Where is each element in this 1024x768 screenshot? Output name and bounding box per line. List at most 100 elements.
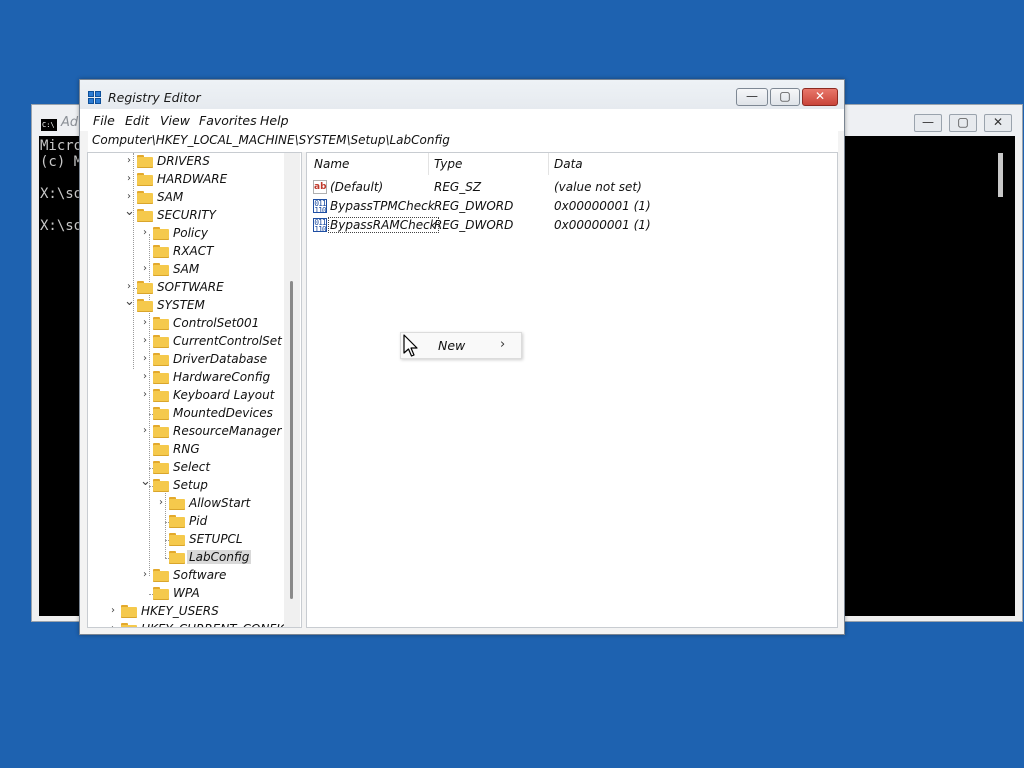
- menu-file[interactable]: File: [93, 113, 115, 128]
- regedit-titlebar[interactable]: Registry Editor — ▢ ✕: [80, 80, 844, 109]
- tree-node-hardwareconfig[interactable]: › HardwareConfig: [88, 369, 288, 387]
- chevron-right-icon[interactable]: ›: [108, 623, 118, 627]
- folder-icon: [169, 551, 185, 564]
- tree-node-drivers[interactable]: › DRIVERS: [88, 153, 288, 171]
- chevron-right-icon[interactable]: ›: [156, 497, 166, 509]
- console-line: (c) M: [40, 154, 83, 170]
- tree-node-label: SETUPCL: [189, 532, 243, 546]
- folder-icon: [137, 155, 153, 168]
- tree-scrollbar[interactable]: [284, 153, 300, 627]
- tree-node-keyboard-layout[interactable]: › Keyboard Layout: [88, 387, 288, 405]
- chevron-down-icon[interactable]: ⌄: [140, 475, 151, 488]
- tree-node-pid[interactable]: Pid: [88, 513, 288, 531]
- folder-icon: [153, 317, 169, 330]
- chevron-down-icon[interactable]: ⌄: [124, 205, 135, 218]
- minimize-button[interactable]: —: [736, 88, 768, 106]
- folder-icon: [153, 587, 169, 600]
- tree-node-label: CurrentControlSet: [173, 334, 282, 348]
- console-scrollbar[interactable]: [991, 136, 1015, 616]
- chevron-right-icon[interactable]: ›: [124, 191, 134, 203]
- chevron-right-icon[interactable]: ›: [140, 227, 150, 239]
- folder-icon: [153, 353, 169, 366]
- chevron-right-icon[interactable]: ›: [140, 371, 150, 383]
- column-header-data[interactable]: Data: [554, 157, 583, 171]
- tree-node-sam[interactable]: › SAM: [88, 261, 288, 279]
- menu-view[interactable]: View: [160, 113, 190, 128]
- tree-node-resourcemanager[interactable]: › ResourceManager: [88, 423, 288, 441]
- chevron-right-icon[interactable]: ›: [124, 173, 134, 185]
- folder-icon: [137, 281, 153, 294]
- folder-icon: [153, 407, 169, 420]
- value-row-bypassramcheck[interactable]: 011 110 BypassRAMCheck REG_DWORD 0x000000…: [307, 216, 837, 235]
- tree-node-label: SYSTEM: [157, 298, 205, 312]
- console-close-button[interactable]: ✕: [984, 114, 1012, 132]
- address-bar[interactable]: Computer\HKEY_LOCAL_MACHINE\SYSTEM\Setup…: [88, 131, 838, 152]
- console-app-icon: C:\: [41, 119, 57, 131]
- menu-edit[interactable]: Edit: [125, 113, 149, 128]
- console-maximize-button[interactable]: ▢: [949, 114, 977, 132]
- dword-value-icon: 011 110: [313, 218, 327, 234]
- context-menu-item-new[interactable]: New ›: [401, 333, 521, 358]
- tree-node-label: SECURITY: [157, 208, 216, 222]
- chevron-right-icon[interactable]: ›: [140, 353, 150, 365]
- chevron-right-icon[interactable]: ›: [140, 317, 150, 329]
- menu-favorites[interactable]: Favorites: [199, 113, 257, 128]
- chevron-right-icon[interactable]: ›: [124, 155, 134, 167]
- tree-node-rng[interactable]: RNG: [88, 441, 288, 459]
- tree-node-controlset001[interactable]: › ControlSet001: [88, 315, 288, 333]
- tree-node-software[interactable]: › SOFTWARE: [88, 279, 288, 297]
- tree-node-sam[interactable]: › SAM: [88, 189, 288, 207]
- value-type: REG_DWORD: [434, 199, 514, 213]
- tree-node-driverdatabase[interactable]: › DriverDatabase: [88, 351, 288, 369]
- chevron-right-icon[interactable]: ›: [140, 569, 150, 581]
- chevron-right-icon[interactable]: ›: [124, 281, 134, 293]
- tree-node-label: HKEY_USERS: [141, 604, 219, 618]
- tree-node-policy[interactable]: › Policy: [88, 225, 288, 243]
- tree-node-label: ControlSet001: [173, 316, 260, 330]
- chevron-right-icon[interactable]: ›: [140, 425, 150, 437]
- console-scroll-thumb[interactable]: [998, 153, 1003, 197]
- maximize-button[interactable]: ▢: [770, 88, 800, 106]
- chevron-down-icon[interactable]: ⌄: [124, 295, 135, 308]
- column-header-name[interactable]: Name: [314, 157, 349, 171]
- chevron-right-icon[interactable]: ›: [140, 263, 150, 275]
- tree-node-software[interactable]: › Software: [88, 567, 288, 585]
- tree-node-mounteddevices[interactable]: MountedDevices: [88, 405, 288, 423]
- tree-node-currentcontrolset[interactable]: › CurrentControlSet: [88, 333, 288, 351]
- folder-icon: [153, 335, 169, 348]
- tree-node-security[interactable]: ⌄ SECURITY: [88, 205, 288, 225]
- tree-node-setupcl[interactable]: SETUPCL: [88, 531, 288, 549]
- tree-node-label: Select: [173, 460, 211, 474]
- tree-node-label: AllowStart: [189, 496, 251, 510]
- folder-icon: [153, 389, 169, 402]
- tree-node-hkey-users[interactable]: › HKEY_USERS: [88, 603, 288, 621]
- value-type: REG_SZ: [434, 180, 482, 194]
- tree-node-label: Keyboard Layout: [173, 388, 275, 402]
- key-tree-pane[interactable]: › DRIVERS › HARDWARE › SAM ⌄ SECURITY › Policy RXA…: [87, 152, 302, 628]
- tree-node-hardware[interactable]: › HARDWARE: [88, 171, 288, 189]
- folder-icon: [137, 299, 153, 312]
- chevron-right-icon[interactable]: ›: [140, 389, 150, 401]
- chevron-right-icon[interactable]: ›: [108, 605, 118, 617]
- tree-node-hkey-current-config[interactable]: › HKEY_CURRENT_CONFIG: [88, 621, 289, 627]
- value-data: 0x00000001 (1): [554, 199, 651, 213]
- tree-node-labconfig[interactable]: LabConfig: [88, 549, 288, 567]
- tree-node-select[interactable]: Select: [88, 459, 288, 477]
- tree-node-wpa[interactable]: WPA: [88, 585, 288, 603]
- column-header-type[interactable]: Type: [434, 157, 462, 171]
- values-pane[interactable]: Name Type Data ab (Default) REG_SZ (valu…: [306, 152, 838, 628]
- value-row-bypasstpmcheck[interactable]: 011 110 BypassTPMCheck REG_DWORD 0x000000…: [307, 197, 837, 216]
- tree-scroll-thumb[interactable]: [290, 281, 293, 599]
- close-button[interactable]: ✕: [802, 88, 838, 106]
- value-data: 0x00000001 (1): [554, 218, 651, 232]
- chevron-right-icon[interactable]: ›: [140, 335, 150, 347]
- tree-node-allowstart[interactable]: › AllowStart: [88, 495, 288, 513]
- tree-node-setup[interactable]: ⌄ Setup: [88, 475, 288, 495]
- tree-node-system[interactable]: ⌄ SYSTEM: [88, 295, 288, 315]
- menu-help[interactable]: Help: [260, 113, 289, 128]
- tree-node-rxact[interactable]: RXACT: [88, 243, 288, 261]
- console-minimize-button[interactable]: —: [914, 114, 942, 132]
- tree-node-label: DRIVERS: [157, 154, 210, 168]
- value-row-default[interactable]: ab (Default) REG_SZ (value not set): [307, 178, 837, 197]
- context-menu-label: New: [438, 338, 466, 353]
